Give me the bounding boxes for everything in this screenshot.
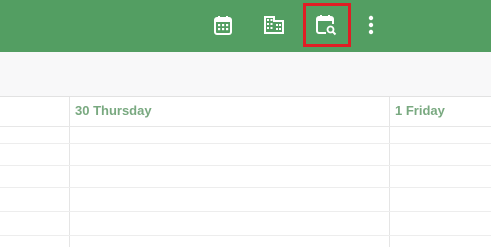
- building-button[interactable]: [258, 10, 290, 40]
- calendar-search-button[interactable]: [310, 10, 342, 40]
- column-divider: [69, 97, 70, 126]
- calendar-icon: [213, 15, 233, 35]
- time-slot-line: [0, 165, 491, 166]
- column-divider: [389, 97, 390, 126]
- time-slot-line: [0, 143, 491, 144]
- top-toolbar: [0, 0, 491, 52]
- more-options-button[interactable]: [357, 10, 385, 40]
- time-slot-line: [0, 187, 491, 188]
- calendar-search-icon: [315, 14, 337, 36]
- time-slot-line: [0, 211, 491, 212]
- day-label[interactable]: 30 Thursday: [75, 103, 152, 118]
- time-slot-line: [0, 235, 491, 236]
- calendar-button[interactable]: [207, 10, 239, 40]
- building-icon: [263, 15, 285, 35]
- calendar-grid[interactable]: [0, 127, 491, 247]
- sub-toolbar: [0, 52, 491, 97]
- more-vertical-icon: [368, 15, 374, 35]
- calendar-app: 30 Thursday 1 Friday: [0, 0, 491, 247]
- day-header-row: 30 Thursday 1 Friday: [0, 97, 491, 127]
- day-label[interactable]: 1 Friday: [395, 103, 445, 118]
